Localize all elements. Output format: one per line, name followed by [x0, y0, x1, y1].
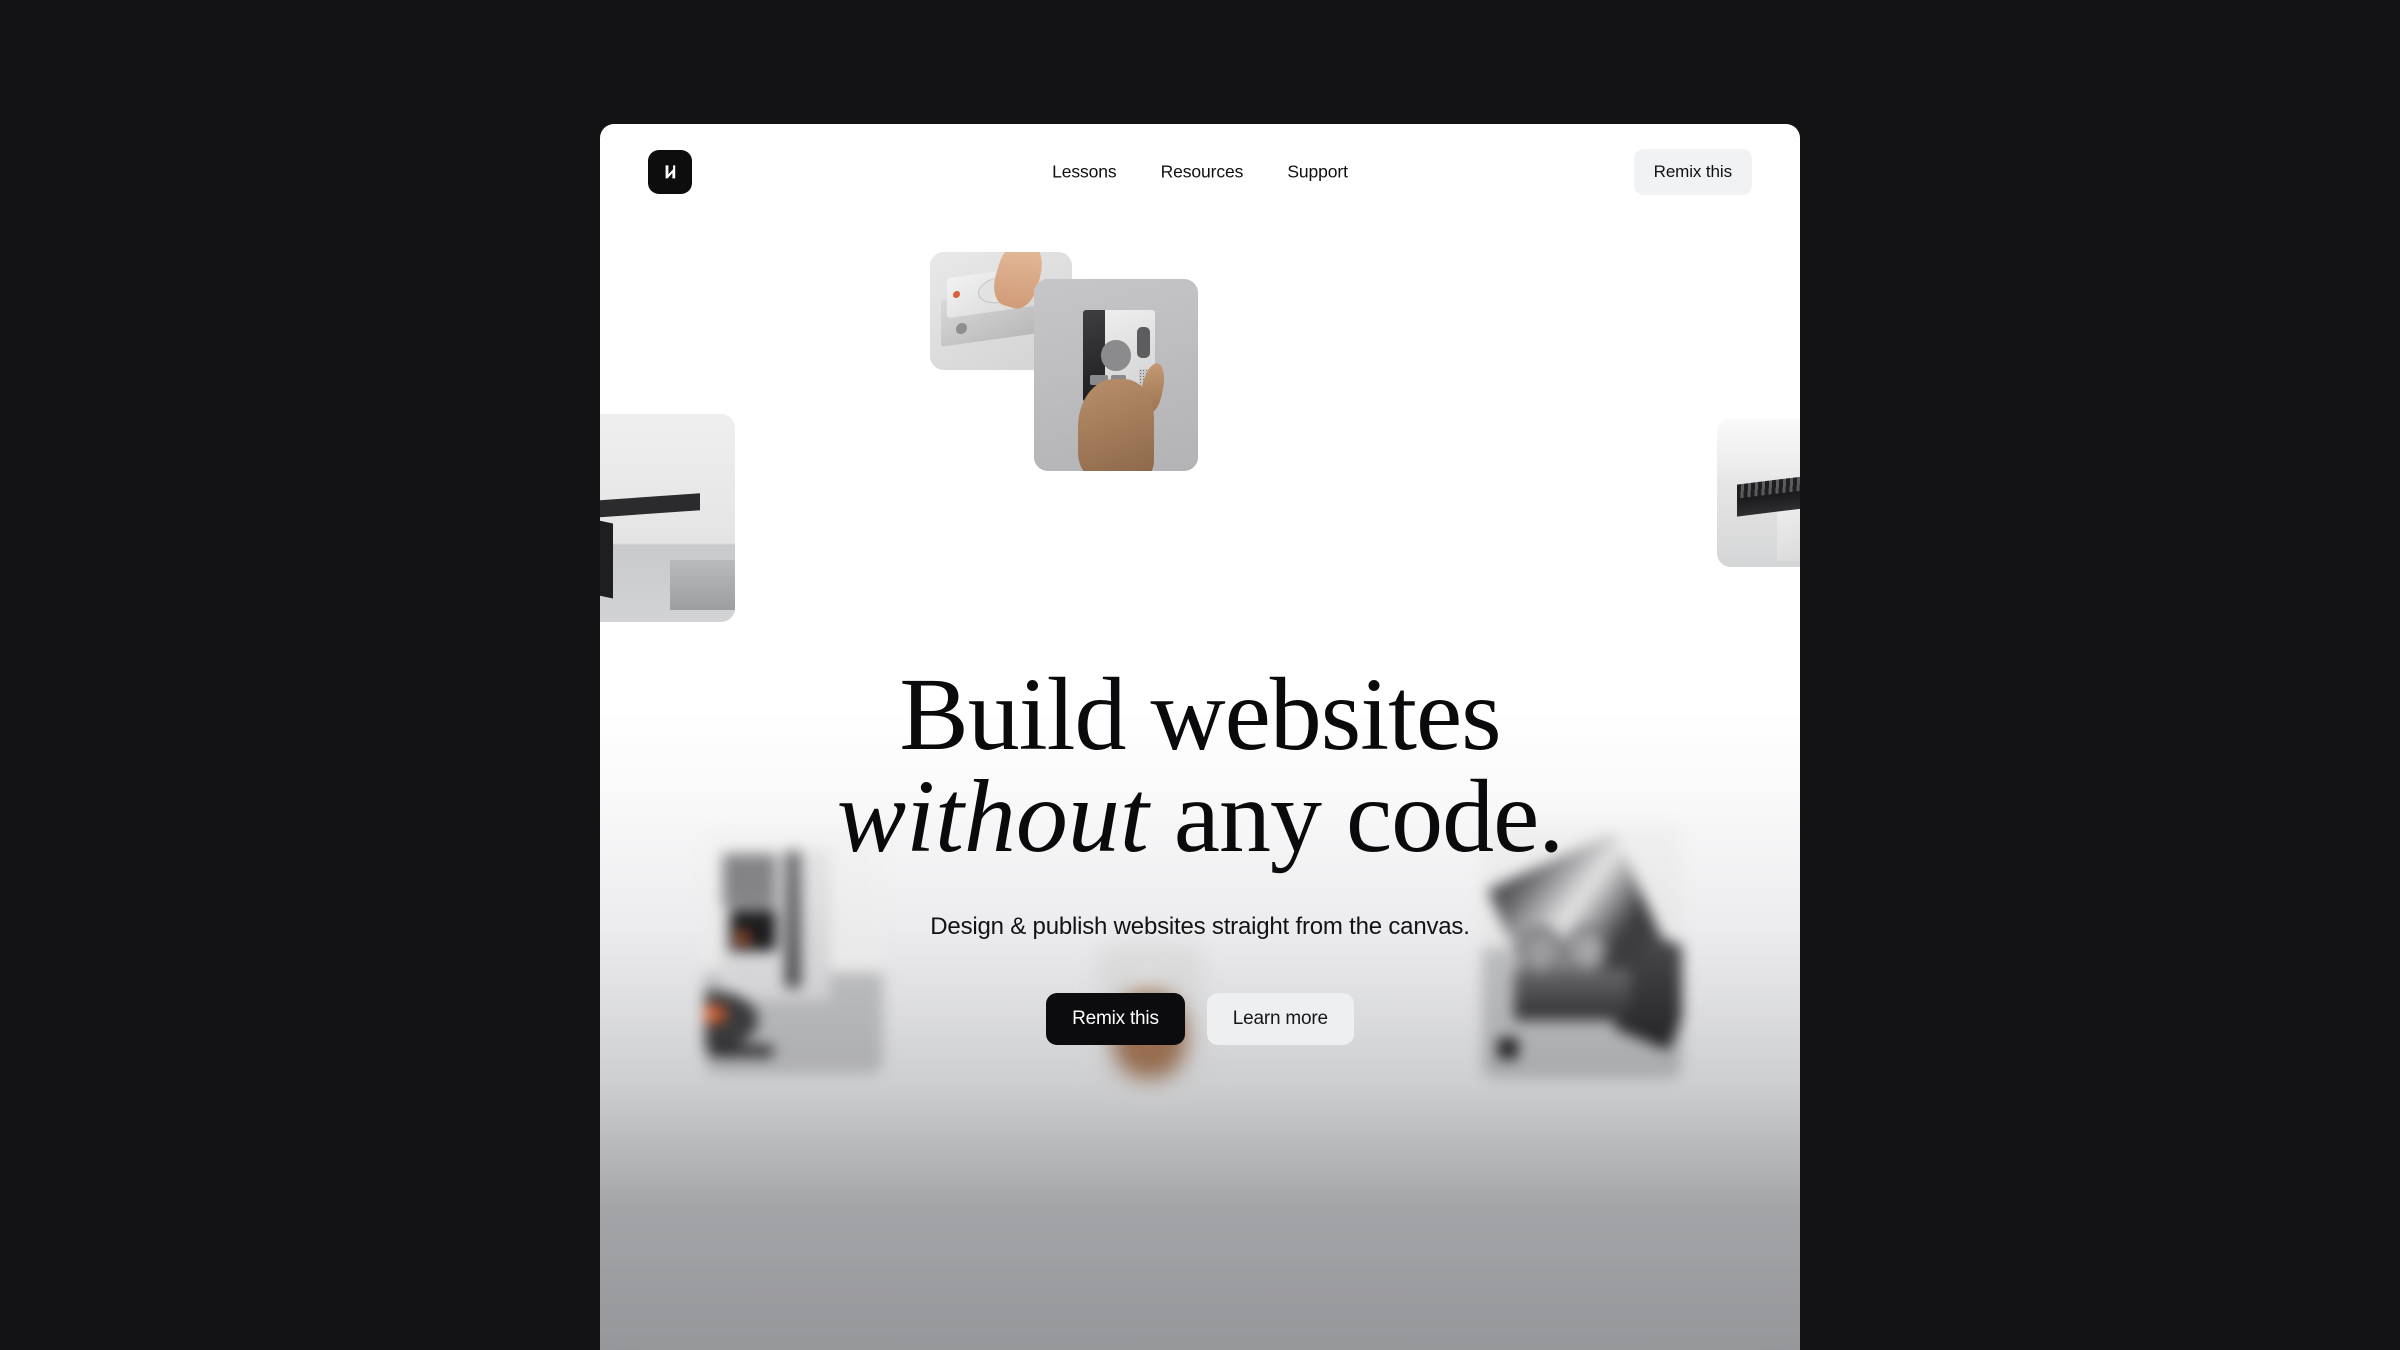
- screenshot-stage: Lessons Resources Support Remix this Bui…: [0, 0, 2400, 1350]
- hero-cta-row: Remix this Learn more: [600, 992, 1800, 1045]
- desk-photo: [600, 414, 735, 622]
- page-title: Build websites without any code.: [600, 663, 1800, 869]
- website-canvas: Lessons Resources Support Remix this Bui…: [600, 124, 1800, 1350]
- hero-remix-this-button[interactable]: Remix this: [1046, 992, 1185, 1045]
- finned-photo: [1717, 419, 1800, 567]
- nav-link-support[interactable]: Support: [1287, 162, 1348, 183]
- headline-line-2-rest: any code.: [1148, 758, 1564, 874]
- cassette-photo: [1034, 279, 1198, 471]
- primary-nav-links: Lessons Resources Support: [1052, 162, 1348, 183]
- nav-link-resources[interactable]: Resources: [1161, 162, 1244, 183]
- app-logo-mark[interactable]: [648, 150, 692, 194]
- headline-line-1: Build websites: [899, 657, 1501, 772]
- nav-link-lessons[interactable]: Lessons: [1052, 162, 1117, 183]
- site-navbar: Lessons Resources Support Remix this: [600, 124, 1800, 220]
- nav-remix-this-button[interactable]: Remix this: [1633, 149, 1752, 195]
- hero-subheadline: Design & publish websites straight from …: [930, 912, 1470, 940]
- headline-italic-word: without: [836, 758, 1149, 874]
- hero-section: Build websites without any code. Design …: [600, 663, 1800, 1045]
- hero-learn-more-button[interactable]: Learn more: [1206, 992, 1354, 1045]
